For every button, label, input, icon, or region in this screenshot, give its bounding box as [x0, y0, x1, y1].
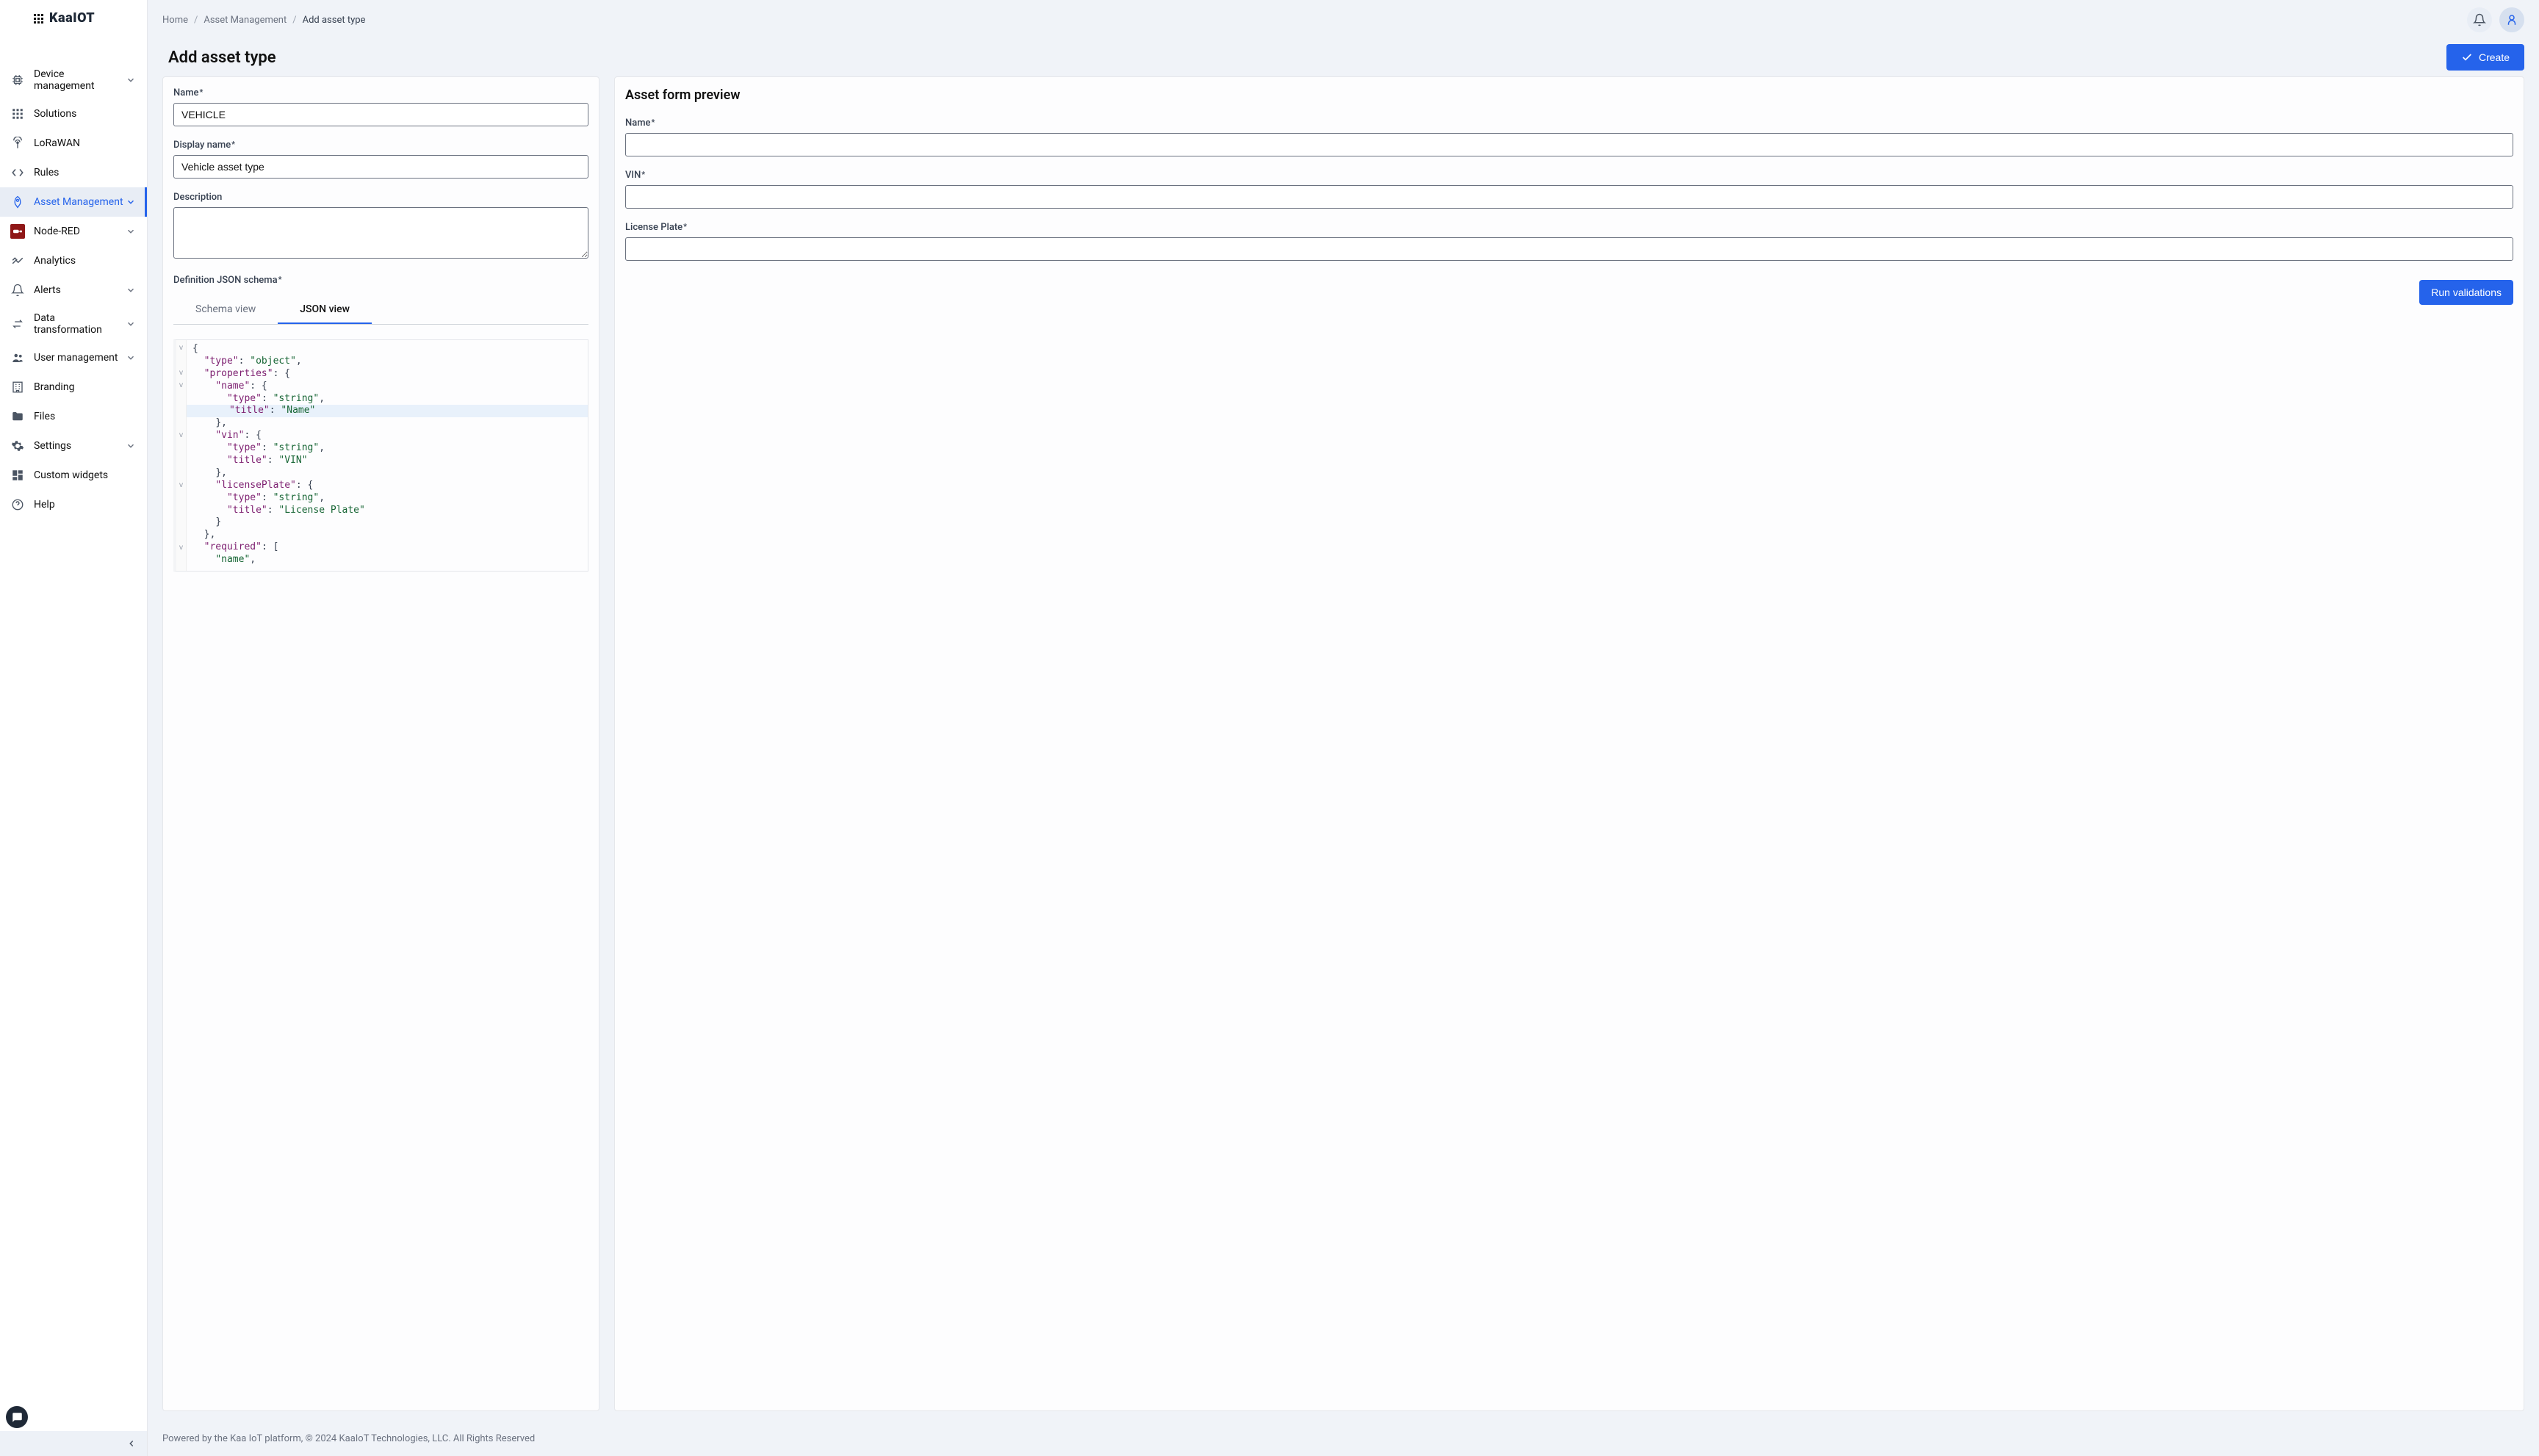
antenna-icon [10, 136, 25, 151]
sidebar: KaaIOT Device management Solutions LoRaW… [0, 0, 148, 1456]
sidebar-label: Custom widgets [34, 469, 137, 481]
dashboard-icon [10, 468, 25, 483]
chevron-down-icon [125, 352, 137, 364]
sidebar-label: LoRaWAN [34, 137, 137, 149]
sidebar-label: Files [34, 411, 137, 422]
rocket-icon [10, 195, 25, 209]
office-icon [10, 380, 25, 394]
chevron-left-icon [126, 1438, 137, 1449]
name-input[interactable] [173, 103, 588, 126]
sidebar-label: Node-RED [34, 226, 125, 237]
preview-title: Asset form preview [625, 87, 2513, 103]
sidebar-item-solutions[interactable]: Solutions [0, 99, 147, 129]
sidebar-label: Asset Management [34, 196, 125, 208]
json-editor[interactable]: vvvvvv { "type": "object", "properties":… [173, 339, 588, 572]
description-input[interactable] [173, 207, 588, 259]
breadcrumb-home[interactable]: Home [162, 15, 188, 26]
footer: Powered by the Kaa IoT platform, © 2024 … [148, 1421, 2539, 1456]
logo-text: KaaIOT [49, 10, 95, 26]
preview-vin-input[interactable] [625, 185, 2513, 209]
preview-field-label: VIN [625, 170, 2513, 181]
sidebar-label: Rules [34, 167, 137, 179]
sidebar-item-data-transformation[interactable]: Data transformation [0, 305, 147, 343]
sidebar-item-rules[interactable]: Rules [0, 158, 147, 187]
sidebar-collapse[interactable] [0, 1431, 147, 1456]
display-name-label: Display name [173, 140, 588, 151]
nodered-icon [10, 224, 25, 239]
chevron-down-icon [125, 318, 137, 330]
sidebar-label: Analytics [34, 255, 137, 267]
chevron-down-icon [125, 440, 137, 452]
users-icon [10, 350, 25, 365]
chat-fab[interactable] [6, 1406, 28, 1428]
apps-icon [10, 107, 25, 121]
folder-icon [10, 409, 25, 424]
sidebar-label: Branding [34, 381, 137, 393]
logo[interactable]: KaaIOT [0, 0, 147, 32]
sidebar-label: Solutions [34, 108, 137, 120]
sidebar-label: Data transformation [34, 312, 125, 336]
sidebar-item-settings[interactable]: Settings [0, 431, 147, 461]
trend-icon [10, 253, 25, 268]
sidebar-item-asset-management[interactable]: Asset Management [0, 187, 147, 217]
code-brackets-icon [10, 165, 25, 180]
display-name-input[interactable] [173, 155, 588, 179]
page-header: Add asset type Create [148, 32, 2539, 76]
page-title: Add asset type [168, 48, 2446, 67]
sidebar-label: Settings [34, 440, 125, 452]
sidebar-item-lorawan[interactable]: LoRaWAN [0, 129, 147, 158]
bell-icon [10, 283, 25, 298]
gear-icon [10, 439, 25, 453]
profile-button[interactable] [2499, 7, 2524, 32]
sidebar-item-node-red[interactable]: Node-RED [0, 217, 147, 246]
schema-tabs: Schema view JSON view [173, 296, 588, 325]
chip-icon [10, 73, 25, 87]
preview-panel: Asset form preview Name VIN License Plat… [614, 76, 2524, 1411]
tab-schema-view[interactable]: Schema view [173, 296, 278, 324]
preview-license-plate-input[interactable] [625, 237, 2513, 261]
create-button[interactable]: Create [2446, 44, 2524, 71]
main: Home / Asset Management / Add asset type… [148, 0, 2539, 1456]
sidebar-item-branding[interactable]: Branding [0, 372, 147, 402]
user-icon [2505, 13, 2518, 26]
tab-json-view[interactable]: JSON view [278, 296, 372, 324]
sidebar-item-analytics[interactable]: Analytics [0, 246, 147, 275]
breadcrumb-current: Add asset type [303, 15, 366, 26]
chat-icon [12, 1412, 23, 1423]
sidebar-item-user-management[interactable]: User management [0, 343, 147, 372]
chevron-down-icon [125, 226, 137, 237]
breadcrumb-parent[interactable]: Asset Management [204, 15, 287, 26]
schema-label: Definition JSON schema [173, 275, 588, 286]
sidebar-label: Device management [34, 68, 125, 92]
sidebar-item-files[interactable]: Files [0, 402, 147, 431]
preview-field-label: Name [625, 118, 2513, 129]
nav: Device management Solutions LoRaWAN Rule… [0, 32, 147, 1431]
sidebar-item-alerts[interactable]: Alerts [0, 275, 147, 305]
chevron-down-icon [125, 284, 137, 296]
breadcrumb: Home / Asset Management / Add asset type [162, 15, 2460, 26]
name-label: Name [173, 87, 588, 98]
description-label: Description [173, 192, 588, 203]
sidebar-label: Help [34, 499, 137, 511]
preview-field-label: License Plate [625, 222, 2513, 233]
editor-gutter: vvvvvv [176, 340, 187, 571]
form-panel: Name Display name Description Definition… [162, 76, 599, 1411]
sidebar-item-device-management[interactable]: Device management [0, 61, 147, 99]
sidebar-label: User management [34, 352, 125, 364]
exchange-icon [10, 317, 25, 331]
bell-icon [2473, 13, 2486, 26]
chevron-down-icon [125, 196, 137, 208]
sidebar-item-custom-widgets[interactable]: Custom widgets [0, 461, 147, 490]
run-validations-button[interactable]: Run validations [2419, 280, 2513, 305]
preview-name-input[interactable] [625, 133, 2513, 156]
sidebar-item-help[interactable]: Help [0, 490, 147, 519]
chevron-down-icon [125, 74, 137, 86]
notifications-button[interactable] [2467, 7, 2492, 32]
help-icon [10, 497, 25, 512]
sidebar-label: Alerts [34, 284, 125, 296]
topbar: Home / Asset Management / Add asset type [148, 0, 2539, 32]
check-icon [2461, 51, 2473, 63]
editor-body[interactable]: { "type": "object", "properties": { "nam… [187, 340, 588, 571]
